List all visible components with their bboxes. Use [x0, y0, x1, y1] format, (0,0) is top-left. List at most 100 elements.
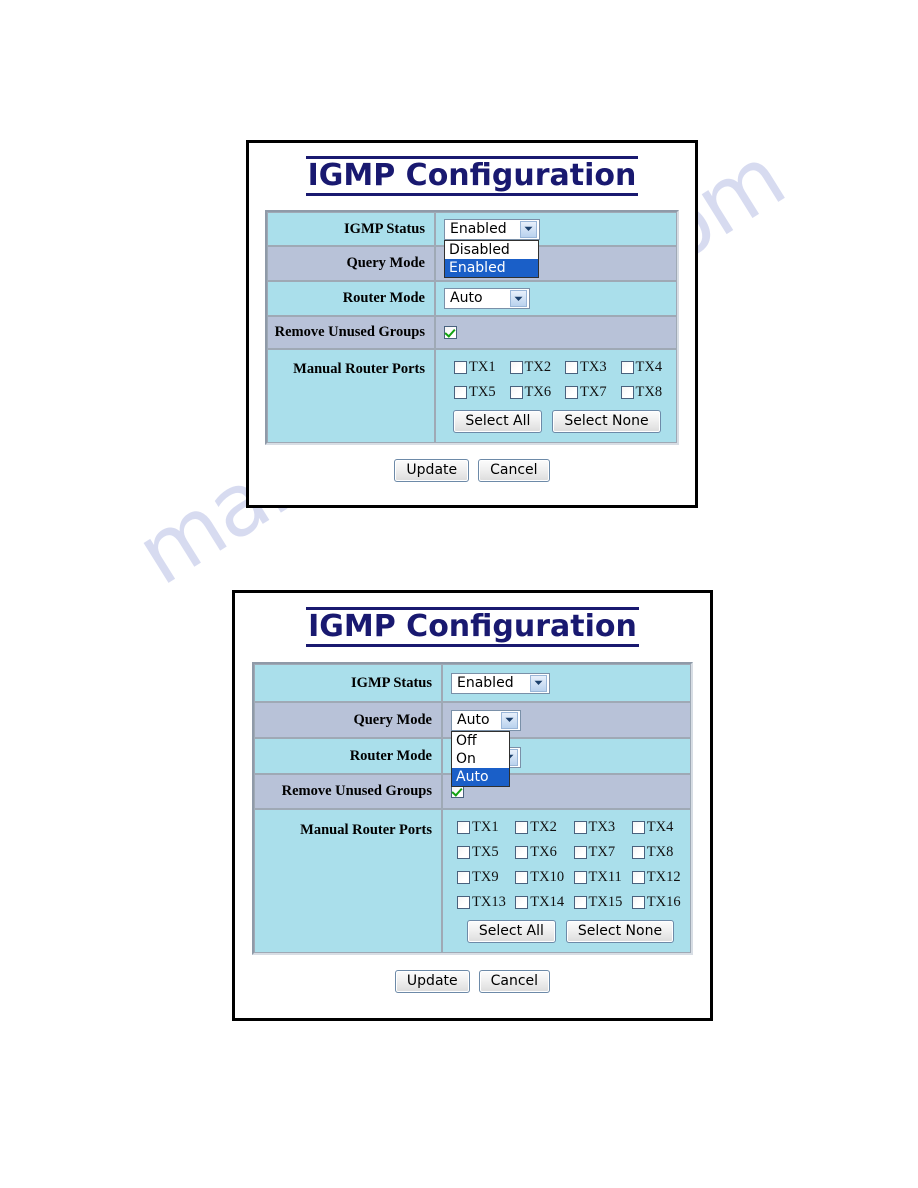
port-checkbox-item[interactable]: TX7	[573, 844, 632, 861]
port-checkbox[interactable]	[509, 386, 523, 400]
chevron-down-icon[interactable]	[510, 290, 527, 308]
igmp-status-select[interactable]: Enabled	[444, 218, 540, 240]
port-checkbox[interactable]	[515, 896, 529, 910]
port-checkbox-item[interactable]: TX1	[457, 819, 515, 836]
igmp-status-dropdown-list[interactable]: Disabled Enabled	[444, 240, 539, 279]
port-checkbox-item[interactable]: TX10	[515, 869, 573, 886]
port-checkbox-item[interactable]: TX3	[573, 819, 632, 836]
port-checkbox[interactable]	[573, 871, 587, 885]
table-row: IGMP Status Enabled	[254, 664, 691, 703]
port-label: TX3	[588, 819, 616, 836]
port-checkbox-item[interactable]: TX8	[620, 384, 677, 401]
cancel-button[interactable]: Cancel	[478, 970, 551, 994]
port-checkbox-item[interactable]: TX6	[509, 384, 566, 401]
port-checkbox[interactable]	[631, 846, 645, 860]
port-checkbox-item[interactable]: TX7	[565, 384, 621, 401]
update-button[interactable]: Update	[394, 459, 470, 483]
port-checkbox-item[interactable]: TX4	[620, 359, 677, 376]
page-title: IGMP Configuration	[306, 607, 639, 648]
port-checkbox[interactable]	[454, 386, 467, 400]
port-checkbox-item[interactable]: TX1	[454, 359, 510, 376]
port-checkbox-item[interactable]: TX2	[515, 819, 573, 836]
router-mode-select[interactable]: Auto	[444, 288, 530, 310]
port-checkbox-item[interactable]: TX8	[631, 844, 690, 861]
port-checkbox-item[interactable]: TX9	[457, 869, 515, 886]
port-row: TX5 TX6 TX7 TX8	[444, 384, 676, 401]
port-checkbox-item[interactable]: TX16	[631, 894, 690, 911]
port-checkbox-item[interactable]: TX5	[457, 844, 515, 861]
port-checkbox-item[interactable]: TX14	[515, 894, 573, 911]
table-row: Query Mode Auto Off On Auto	[254, 702, 691, 788]
port-checkbox-item[interactable]: TX5	[454, 384, 510, 401]
dropdown-option-selected[interactable]: Auto	[452, 768, 509, 787]
port-checkbox[interactable]	[515, 821, 529, 835]
port-label: TX4	[646, 819, 674, 836]
port-checkbox[interactable]	[457, 896, 470, 910]
port-checkbox[interactable]	[620, 386, 634, 400]
query-mode-dropdown-list[interactable]: Off On Auto	[451, 731, 510, 788]
row-label-router-mode: Router Mode	[254, 738, 442, 775]
port-checkbox[interactable]	[515, 846, 529, 860]
port-checkbox-item[interactable]: TX3	[565, 359, 621, 376]
igmp-configuration-panel-16port: IGMP Configuration IGMP Status Enabled Q…	[232, 590, 713, 1021]
igmp-status-select[interactable]: Enabled	[451, 672, 550, 694]
row-value-remove-unused-groups	[435, 316, 677, 350]
port-checkbox[interactable]	[457, 846, 470, 860]
dropdown-option-selected[interactable]: Enabled	[445, 259, 538, 278]
port-label: TX1	[472, 819, 499, 836]
select-all-button[interactable]: Select All	[453, 410, 543, 434]
config-table-wrapper: IGMP Status Enabled Disabled Enabled Que…	[265, 210, 679, 446]
dropdown-option[interactable]: Off	[452, 732, 509, 750]
port-checkbox[interactable]	[515, 871, 529, 885]
port-label: TX4	[635, 359, 663, 376]
dropdown-option[interactable]: Disabled	[445, 241, 538, 259]
port-checkbox[interactable]	[631, 821, 645, 835]
port-checkbox-item[interactable]: TX11	[573, 869, 632, 886]
row-value-query-mode: Auto Off On Auto	[442, 702, 691, 788]
port-label: TX7	[588, 844, 616, 861]
port-checkbox-item[interactable]: TX13	[457, 894, 515, 911]
port-label: TX6	[524, 384, 552, 401]
table-row: Manual Router Ports TX1 TX2 TX3 TX4 TX5 …	[267, 349, 677, 444]
chevron-down-icon[interactable]	[501, 711, 518, 729]
remove-unused-groups-checkbox[interactable]	[444, 325, 457, 339]
port-checkbox-item[interactable]: TX4	[631, 819, 690, 836]
port-checkbox-item[interactable]: TX12	[631, 869, 690, 886]
port-checkbox[interactable]	[573, 896, 587, 910]
port-row: TX13 TX14 TX15 TX16	[451, 894, 690, 911]
port-checkbox[interactable]	[565, 386, 578, 400]
port-label: TX6	[530, 844, 557, 861]
port-label: TX12	[646, 869, 681, 886]
port-checkbox[interactable]	[509, 361, 523, 375]
port-row: TX5 TX6 TX7 TX8	[451, 844, 690, 861]
port-checkbox[interactable]	[573, 821, 587, 835]
igmp-status-select-value: Enabled	[450, 220, 507, 237]
port-checkbox[interactable]	[620, 361, 634, 375]
port-checkbox-item[interactable]: TX6	[515, 844, 573, 861]
port-checkbox-item[interactable]: TX2	[509, 359, 566, 376]
select-none-button[interactable]: Select None	[565, 920, 675, 944]
chevron-down-icon[interactable]	[530, 674, 547, 692]
row-value-igmp-status: Enabled	[442, 664, 691, 703]
update-button[interactable]: Update	[394, 970, 470, 994]
igmp-configuration-panel-8port: IGMP Configuration IGMP Status Enabled D…	[246, 140, 698, 508]
query-mode-select[interactable]: Auto	[451, 709, 521, 731]
table-row: Remove Unused Groups	[267, 316, 677, 350]
dropdown-option[interactable]: On	[452, 750, 509, 768]
select-none-button[interactable]: Select None	[552, 410, 661, 434]
port-checkbox[interactable]	[457, 821, 470, 835]
page-root: manualphive.com IGMP Configuration IGMP …	[0, 0, 918, 1188]
chevron-down-icon[interactable]	[520, 220, 537, 238]
port-checkbox[interactable]	[631, 871, 645, 885]
port-checkbox[interactable]	[631, 896, 645, 910]
port-checkbox[interactable]	[565, 361, 578, 375]
select-all-button[interactable]: Select All	[466, 920, 556, 944]
port-checkbox-item[interactable]: TX15	[573, 894, 632, 911]
port-checkbox[interactable]	[573, 846, 587, 860]
cancel-button[interactable]: Cancel	[478, 459, 550, 483]
form-actions: Update Cancel	[249, 459, 695, 483]
port-checkbox[interactable]	[457, 871, 470, 885]
port-checkbox[interactable]	[454, 361, 467, 375]
manual-router-ports-area: TX1 TX2 TX3 TX4 TX5 TX6 TX7 TX8	[444, 350, 676, 442]
port-row: TX1 TX2 TX3 TX4	[444, 359, 676, 376]
